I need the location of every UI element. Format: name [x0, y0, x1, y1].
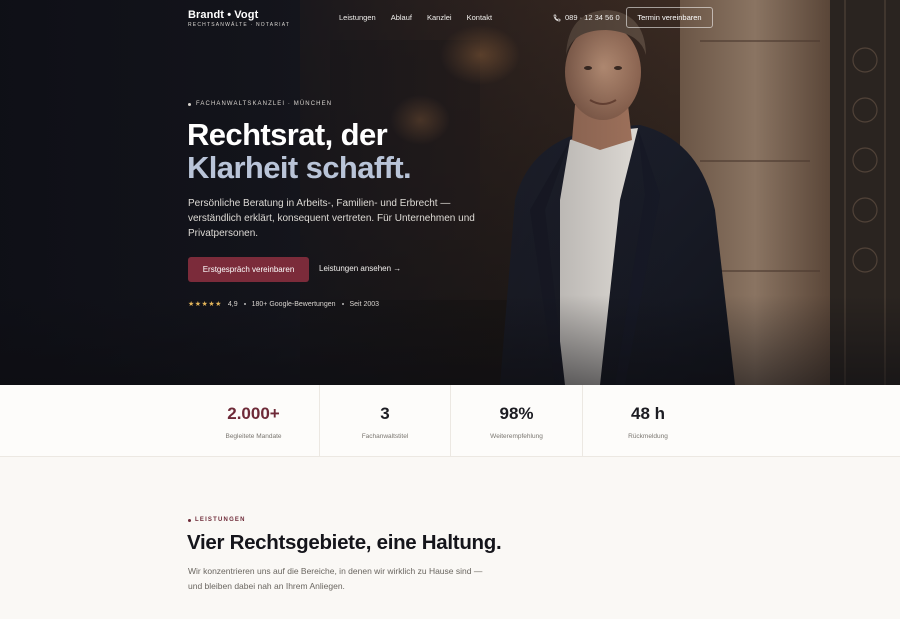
stat-recommendation: 98% Weiterempfehlung — [451, 385, 582, 457]
stat-label: Fachanwaltstitel — [361, 433, 409, 440]
brand-logo[interactable]: Brandt • Vogt RECHTSANWÄLTE · NOTARIAT — [188, 9, 290, 28]
nav-link-leistungen[interactable]: Leistungen — [339, 13, 376, 22]
hero-lead: Persönliche Beratung in Arbeits-, Famili… — [188, 198, 475, 240]
brand-subtitle: RECHTSANWÄLTE · NOTARIAT — [188, 22, 291, 28]
dot-icon — [188, 518, 191, 522]
services-text: Wir konzentrieren uns auf die Bereiche, … — [188, 566, 483, 591]
nav-link-kontakt[interactable]: Kontakt — [467, 13, 492, 22]
rating-value: 4,9 — [227, 300, 238, 308]
hero-title: Rechtsrat, der Klarheit schafft. — [187, 117, 412, 185]
services-eyebrow-text: LEISTUNGEN — [195, 517, 246, 523]
appointment-button[interactable]: Termin vereinbaren — [626, 7, 713, 28]
stat-value: 3 — [380, 404, 390, 423]
stat-mandates: 2.000+ Begleitete Mandate — [188, 385, 319, 457]
nav-link-ablauf[interactable]: Ablauf — [391, 13, 412, 22]
consultation-button[interactable]: Erstgespräch vereinbaren — [188, 257, 309, 282]
stat-value: 2.000+ — [227, 404, 280, 423]
services-eyebrow: LEISTUNGEN — [188, 517, 246, 523]
separator-dot — [341, 303, 344, 305]
phone-link[interactable]: 089 · 12 34 56 0 — [553, 13, 620, 22]
nav-links: Leistungen Ablauf Kanzlei Kontakt — [339, 13, 492, 22]
hero-eyebrow: FACHANWALTSKANZLEI · MÜNCHEN — [188, 101, 332, 107]
rating-row: ★★★★★ 4,9 180+ Google-Bewertungen Seit 2… — [188, 300, 380, 309]
phone-number: 089 · 12 34 56 0 — [565, 13, 620, 22]
stat-value: 98% — [499, 404, 534, 423]
star-icon: ★★★★★ — [188, 301, 222, 308]
since-year: Seit 2003 — [349, 300, 380, 308]
hero-title-line2: Klarheit schafft. — [187, 150, 412, 185]
stat-label: Weiterempfehlung — [490, 433, 543, 440]
stats-bar: 2.000+ Begleitete Mandate 3 Fachanwaltst… — [0, 385, 900, 457]
stat-label: Begleitete Mandate — [225, 433, 282, 440]
separator-dot — [243, 303, 246, 305]
reviews-count: 180+ Google-Bewertungen — [251, 300, 336, 308]
hero-eyebrow-text: FACHANWALTSKANZLEI · MÜNCHEN — [196, 101, 333, 107]
hero-section: Brandt • Vogt RECHTSANWÄLTE · NOTARIAT L… — [0, 0, 900, 385]
services-link[interactable]: Leistungen ansehen → — [319, 264, 401, 273]
stat-label: Rückmeldung — [628, 433, 668, 440]
stat-specialist-titles: 3 Fachanwaltstitel — [320, 385, 450, 457]
top-navigation: Brandt • Vogt RECHTSANWÄLTE · NOTARIAT L… — [0, 0, 900, 36]
phone-icon — [553, 14, 561, 21]
nav-link-kanzlei[interactable]: Kanzlei — [427, 13, 452, 22]
stat-value: 48 h — [630, 404, 666, 423]
hero-title-line1: Rechtsrat, der — [187, 117, 388, 152]
hero-bottom-shade — [0, 295, 900, 385]
services-title: Vier Rechtsgebiete, eine Haltung. — [187, 531, 502, 554]
stat-response-time: 48 h Rückmeldung — [583, 385, 713, 457]
brand-name: Brandt • Vogt — [188, 9, 259, 21]
dot-icon — [188, 102, 191, 106]
